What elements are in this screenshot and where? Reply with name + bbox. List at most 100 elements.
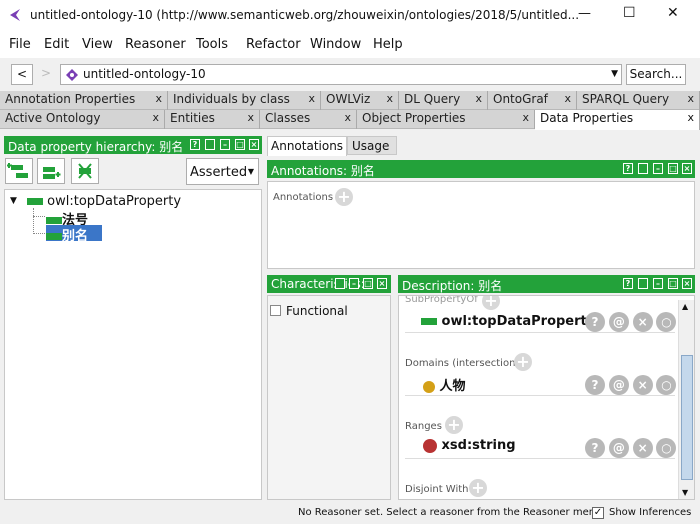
tab-annotation-properties[interactable]: Annotation Properties x [0, 91, 168, 110]
help-icon[interactable]: ? [623, 278, 633, 289]
close-tab-icon[interactable]: x [386, 92, 393, 105]
scroll-down-icon[interactable]: ▼ [682, 488, 688, 497]
delete-icon[interactable]: × [632, 375, 653, 395]
minimize-view-icon[interactable]: – [653, 163, 663, 174]
menu-reasoner[interactable]: Reasoner [125, 37, 186, 52]
range-item[interactable]: xsd:string [423, 438, 516, 453]
help-icon[interactable]: ? [190, 139, 200, 150]
explain-icon[interactable]: ? [585, 375, 605, 395]
domain-item[interactable]: 人物 [423, 375, 466, 394]
menu-refactor[interactable]: Refactor [246, 37, 301, 52]
tab-ontograf[interactable]: OntoGraf x [488, 91, 577, 110]
menu-window[interactable]: Window [310, 37, 361, 52]
split-icon[interactable] [335, 278, 345, 289]
title-bar: untitled-ontology-10 (http://www.semanti… [0, 0, 700, 32]
close-view-icon[interactable]: × [377, 278, 387, 289]
close-tab-icon[interactable]: x [522, 111, 529, 124]
close-tab-icon[interactable]: x [344, 111, 351, 124]
add-domain-icon[interactable]: + [514, 353, 532, 371]
search-button[interactable]: Search... [626, 64, 686, 85]
minimize-button[interactable]: — [578, 6, 591, 21]
add-sibling-button[interactable] [37, 158, 65, 184]
ontology-selector[interactable]: untitled-ontology-10 ▼ [60, 64, 622, 85]
edit-icon[interactable]: ○ [656, 312, 677, 332]
show-inferences-checkbox[interactable]: ✓ [592, 507, 604, 519]
tab-classes[interactable]: Classes x [260, 110, 357, 129]
maximize-view-icon[interactable]: □ [235, 139, 245, 150]
asserted-dropdown[interactable]: Asserted ▼ [186, 158, 259, 185]
close-tab-icon[interactable]: x [564, 92, 571, 105]
close-view-icon[interactable]: × [682, 163, 692, 174]
minimize-view-icon[interactable]: – [220, 139, 230, 150]
scrollbar-thumb[interactable] [681, 355, 693, 480]
disjoint-label: Disjoint With [405, 484, 469, 495]
delete-icon[interactable]: × [632, 438, 653, 458]
close-view-icon[interactable]: × [249, 139, 259, 150]
tab-annotations[interactable]: Annotations [267, 136, 347, 156]
characteristics-panel: Functional [267, 295, 391, 500]
menu-edit[interactable]: Edit [44, 37, 69, 52]
tab-active-ontology[interactable]: Active Ontology x [0, 110, 165, 129]
tab-dl-query[interactable]: DL Query x [399, 91, 488, 110]
edit-icon[interactable]: ○ [656, 375, 677, 395]
vertical-scrollbar[interactable]: ▲ ▼ [678, 300, 694, 499]
tab-usage[interactable]: Usage [347, 136, 397, 155]
close-tab-icon[interactable]: x [687, 111, 694, 124]
close-tab-icon[interactable]: x [308, 92, 315, 105]
scroll-up-icon[interactable]: ▲ [682, 302, 688, 311]
ranges-label: Ranges [405, 421, 442, 432]
add-subproperty-icon[interactable]: + [482, 296, 500, 310]
annotate-icon[interactable]: @ [608, 375, 629, 395]
delete-icon[interactable]: × [632, 312, 653, 332]
tab-owlviz[interactable]: OWLViz x [321, 91, 399, 110]
maximize-view-icon[interactable]: □ [668, 278, 678, 289]
add-subproperty-button[interactable] [5, 158, 33, 184]
maximize-view-icon[interactable]: □ [363, 278, 373, 289]
tree-node-root[interactable]: owl:topDataProperty [27, 194, 181, 209]
close-window-button[interactable]: ✕ [667, 5, 679, 21]
functional-checkbox[interactable] [270, 305, 281, 316]
close-tab-icon[interactable]: x [247, 111, 254, 124]
divider [405, 332, 675, 333]
delete-property-button[interactable] [71, 158, 99, 184]
minimize-view-icon[interactable]: – [349, 278, 359, 289]
tree-line [33, 208, 47, 234]
add-range-icon[interactable]: + [445, 416, 463, 434]
add-annotation-icon[interactable]: + [335, 188, 353, 206]
close-view-icon[interactable]: × [682, 278, 692, 289]
close-tab-icon[interactable]: x [475, 92, 482, 105]
tab-object-properties[interactable]: Object Properties x [357, 110, 535, 129]
minimize-view-icon[interactable]: – [653, 278, 663, 289]
maximize-button[interactable]: ☐ [623, 5, 636, 21]
menu-help[interactable]: Help [373, 37, 403, 52]
explain-icon[interactable]: ? [585, 438, 605, 458]
back-button[interactable]: < [11, 64, 33, 85]
split-icon[interactable] [638, 278, 648, 289]
split-icon[interactable] [638, 163, 648, 174]
annotate-icon[interactable]: @ [608, 312, 629, 332]
menu-file[interactable]: File [9, 37, 31, 52]
close-tab-icon[interactable]: x [687, 92, 694, 105]
tab-entities[interactable]: Entities x [165, 110, 260, 129]
forward-button[interactable]: > [36, 64, 56, 85]
tab-individuals-by-class[interactable]: Individuals by class x [168, 91, 321, 110]
close-tab-icon[interactable]: x [155, 92, 162, 105]
edit-icon[interactable]: ○ [656, 438, 677, 458]
split-icon[interactable] [205, 139, 215, 150]
protege-logo-icon [10, 9, 20, 21]
maximize-view-icon[interactable]: □ [668, 163, 678, 174]
menu-view[interactable]: View [82, 37, 113, 52]
help-icon[interactable]: ? [623, 163, 633, 174]
tree-node-selected[interactable]: 别名 [46, 225, 102, 244]
add-disjoint-icon[interactable]: + [469, 479, 487, 497]
subpropertyof-item[interactable]: owl:topDataProperty [421, 314, 595, 329]
domains-label: Domains (intersection) [405, 358, 520, 369]
close-tab-icon[interactable]: x [152, 111, 159, 124]
explain-icon[interactable]: ? [585, 312, 605, 332]
tab-sparql-query[interactable]: SPARQL Query x [577, 91, 700, 110]
tree-line [33, 233, 45, 234]
annotate-icon[interactable]: @ [608, 438, 629, 458]
tree-expand-icon[interactable]: ▼ [10, 196, 17, 206]
tab-data-properties[interactable]: Data Properties x [535, 110, 700, 130]
menu-tools[interactable]: Tools [196, 37, 228, 52]
